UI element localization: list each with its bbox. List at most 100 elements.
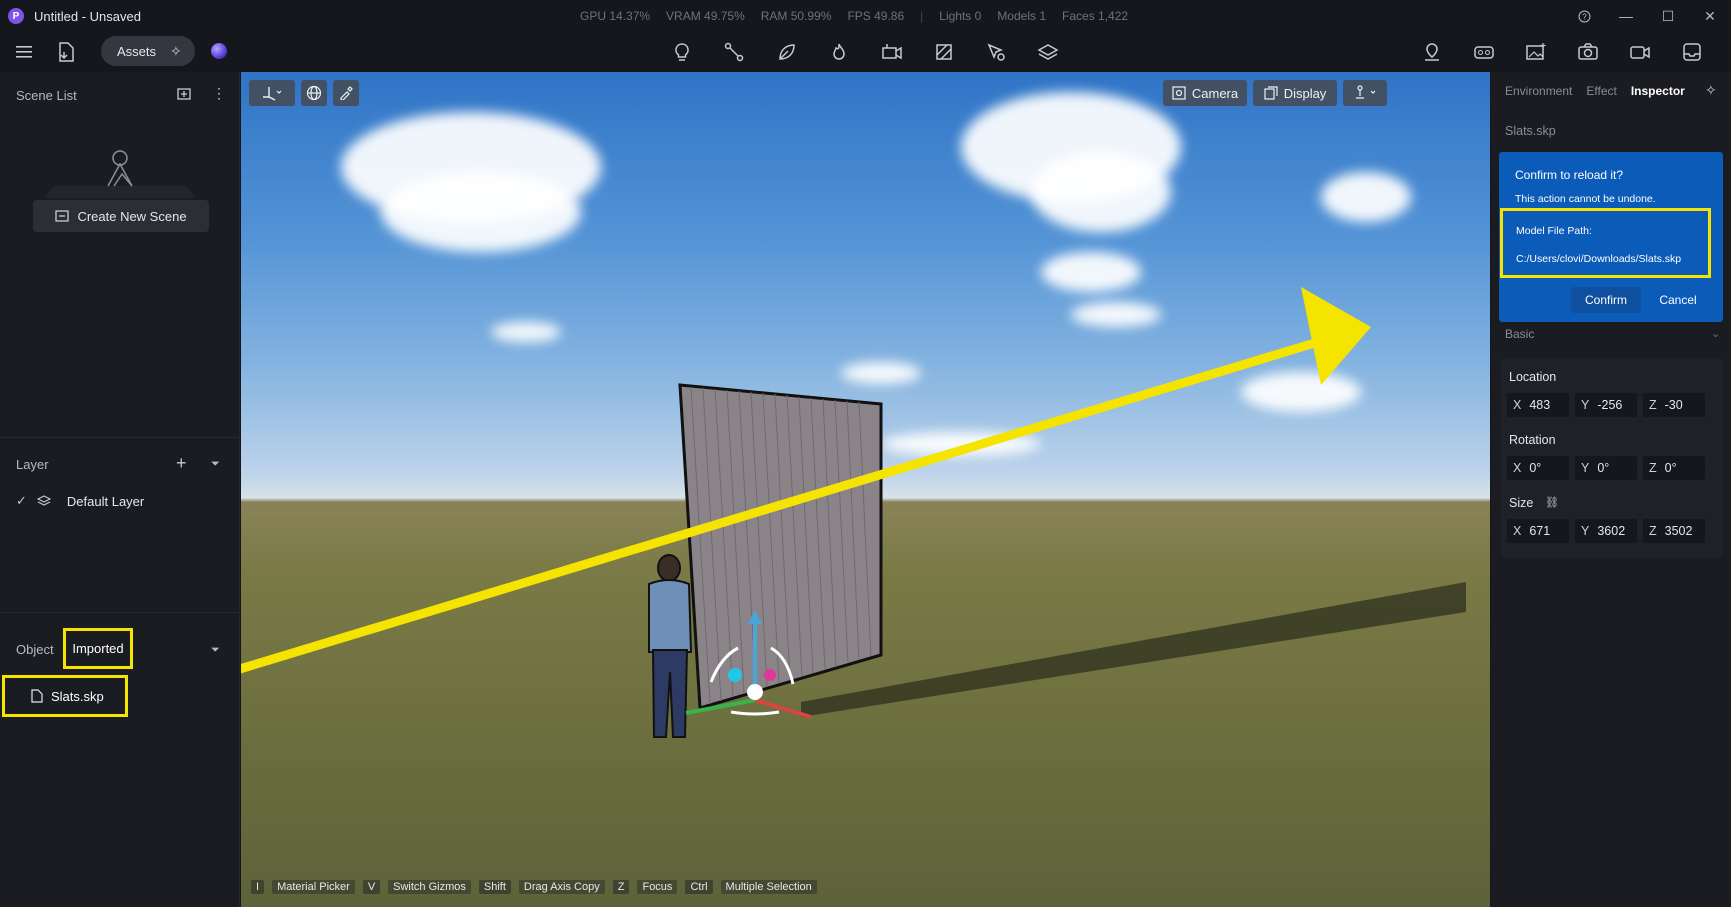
rotation-y-value: 0° xyxy=(1597,461,1610,475)
minimize-button[interactable]: — xyxy=(1605,0,1647,32)
add-layer-icon[interactable]: + xyxy=(176,453,187,474)
model-file-path-highlight: Model File Path: C:/Users/clovi/Download… xyxy=(1500,208,1711,278)
tab-environment[interactable]: Environment xyxy=(1505,84,1572,98)
divider xyxy=(0,437,240,438)
shortcut-key: I xyxy=(251,880,265,894)
transform-properties: Location X 483 Y -256 Z -30 Rotation X 0° Y0… xyxy=(1501,358,1723,558)
shortcut-label: Switch Gizmos xyxy=(388,880,471,894)
import-file-icon[interactable] xyxy=(54,40,78,64)
tab-effect[interactable]: Effect xyxy=(1586,84,1616,98)
object-item-slats[interactable]: Slats.skp xyxy=(2,675,128,717)
right-panel-tabs: Environment Effect Inspector xyxy=(1505,84,1685,98)
ai-sparkle-icon[interactable]: ✧ xyxy=(170,43,182,60)
fire-effect-icon[interactable] xyxy=(827,40,851,64)
globe-icon[interactable] xyxy=(301,80,327,106)
light-bulb-icon[interactable] xyxy=(670,40,694,64)
more-options-icon[interactable]: ⋮ xyxy=(212,85,226,102)
link-aspect-icon[interactable]: ⛓ xyxy=(1545,496,1559,509)
rotation-z-value: 0° xyxy=(1664,461,1677,475)
video-record-icon[interactable] xyxy=(1628,40,1652,64)
3d-viewport[interactable]: Camera Display I Material Picker V Switc… xyxy=(241,72,1490,907)
location-z-field[interactable]: Z -30 xyxy=(1643,393,1705,417)
path-tool-icon[interactable] xyxy=(722,40,746,64)
inspector-panel: Environment Effect Inspector ✧ Slats.skp… xyxy=(1491,72,1731,907)
rotation-label: Rotation xyxy=(1509,433,1556,447)
window-title: Untitled - Unsaved xyxy=(34,8,141,24)
imported-tab[interactable]: Imported xyxy=(63,628,133,669)
create-new-scene-button[interactable]: Create New Scene xyxy=(33,200,209,232)
vr-render-icon[interactable] xyxy=(1472,40,1496,64)
rotation-y-field[interactable]: Y 0° xyxy=(1575,456,1637,480)
size-y-field[interactable]: Y 3602 xyxy=(1575,519,1637,543)
placement-cursor-icon[interactable] xyxy=(984,40,1008,64)
location-map-icon[interactable] xyxy=(1420,40,1444,64)
camera-button[interactable]: Camera xyxy=(1163,80,1247,106)
lights-stat: Lights 0 xyxy=(939,9,982,23)
reload-confirm-dialog: Confirm to reload it? This action cannot… xyxy=(1499,152,1723,322)
location-label: Location xyxy=(1509,370,1557,384)
scene-list-title: Scene List xyxy=(16,88,77,103)
add-scene-icon[interactable] xyxy=(176,86,192,105)
tab-inspector[interactable]: Inspector xyxy=(1631,84,1685,98)
transform-mode-button[interactable] xyxy=(249,80,295,106)
chevron-down-icon[interactable]: ⌄ xyxy=(1711,327,1720,340)
ai-sparkle-icon[interactable]: ✧ xyxy=(1705,82,1717,99)
divider xyxy=(0,612,240,613)
camera-path-icon[interactable] xyxy=(880,40,904,64)
image-ai-icon[interactable] xyxy=(1524,40,1548,64)
size-label: Size xyxy=(1509,496,1533,510)
shortcut-key: Ctrl xyxy=(685,880,713,894)
rotation-x-field[interactable]: X 0° xyxy=(1507,456,1569,480)
vegetation-leaf-icon[interactable] xyxy=(775,40,799,64)
menu-icon[interactable] xyxy=(12,40,36,64)
location-x-field[interactable]: X 483 xyxy=(1507,393,1569,417)
character-gizmo-button[interactable] xyxy=(1343,80,1387,106)
material-orb-icon[interactable] xyxy=(211,43,227,59)
object-file-name: Slats.skp xyxy=(51,688,104,704)
svg-text:?: ? xyxy=(1582,12,1587,21)
default-layer-label: Default Layer xyxy=(66,493,145,509)
layers-icon xyxy=(36,495,51,506)
confirm-button[interactable]: Confirm xyxy=(1571,287,1641,313)
render-gallery-icon[interactable] xyxy=(1680,40,1704,64)
inspector-file-name: Slats.skp xyxy=(1505,124,1556,138)
shortcut-hint-bar: I Material Picker V Switch Gizmos Shift … xyxy=(251,880,817,894)
close-button[interactable]: ✕ xyxy=(1689,0,1731,32)
ram-stat: RAM 50.99% xyxy=(760,9,832,23)
rotation-z-field[interactable]: Z 0° xyxy=(1643,456,1705,480)
location-y-field[interactable]: Y -256 xyxy=(1575,393,1637,417)
app-logo: P xyxy=(8,8,24,24)
maximize-button[interactable]: ☐ xyxy=(1647,0,1689,32)
section-box-icon[interactable] xyxy=(932,40,956,64)
location-y-value: -256 xyxy=(1597,398,1623,412)
create-new-scene-label: Create New Scene xyxy=(77,208,187,224)
location-x-value: 483 xyxy=(1529,398,1551,412)
object-dropdown-icon[interactable]: ⏷ xyxy=(211,644,220,657)
empty-scene-illustration xyxy=(44,150,196,198)
layer-dropdown-icon[interactable]: ⏷ xyxy=(211,458,220,471)
assets-button[interactable]: Assets ✧ xyxy=(101,36,195,66)
vram-stat: VRAM 49.75% xyxy=(666,9,745,23)
layers-stack-icon[interactable] xyxy=(1036,40,1060,64)
size-label-text: Size xyxy=(1509,496,1534,510)
help-icon[interactable]: ? xyxy=(1563,0,1605,32)
fps-stat: FPS 49.86 xyxy=(847,9,905,23)
stats-divider: | xyxy=(920,9,924,23)
size-y-value: 3602 xyxy=(1597,524,1626,538)
location-z-value: -30 xyxy=(1664,398,1683,412)
shortcut-label: Material Picker xyxy=(272,880,355,894)
gpu-stat: GPU 14.37% xyxy=(580,9,651,23)
rotation-x-value: 0° xyxy=(1529,461,1542,475)
faces-stat: Faces 1,422 xyxy=(1062,9,1129,23)
screenshot-camera-icon[interactable] xyxy=(1576,40,1600,64)
basic-section-header[interactable]: Basic xyxy=(1505,327,1534,341)
size-x-field[interactable]: X 671 xyxy=(1507,519,1569,543)
checkmark-icon[interactable]: ✓ xyxy=(16,493,27,509)
size-z-field[interactable]: Z 3502 xyxy=(1643,519,1705,543)
eyedropper-icon[interactable] xyxy=(333,80,359,106)
scene-render xyxy=(241,287,1466,738)
model-file-path: C:/Users/clovi/Downloads/Slats.skp xyxy=(1516,253,1682,265)
display-button[interactable]: Display xyxy=(1253,80,1337,106)
layer-item-default[interactable]: ✓ Default Layer xyxy=(16,493,144,509)
cancel-button[interactable]: Cancel xyxy=(1645,287,1711,313)
